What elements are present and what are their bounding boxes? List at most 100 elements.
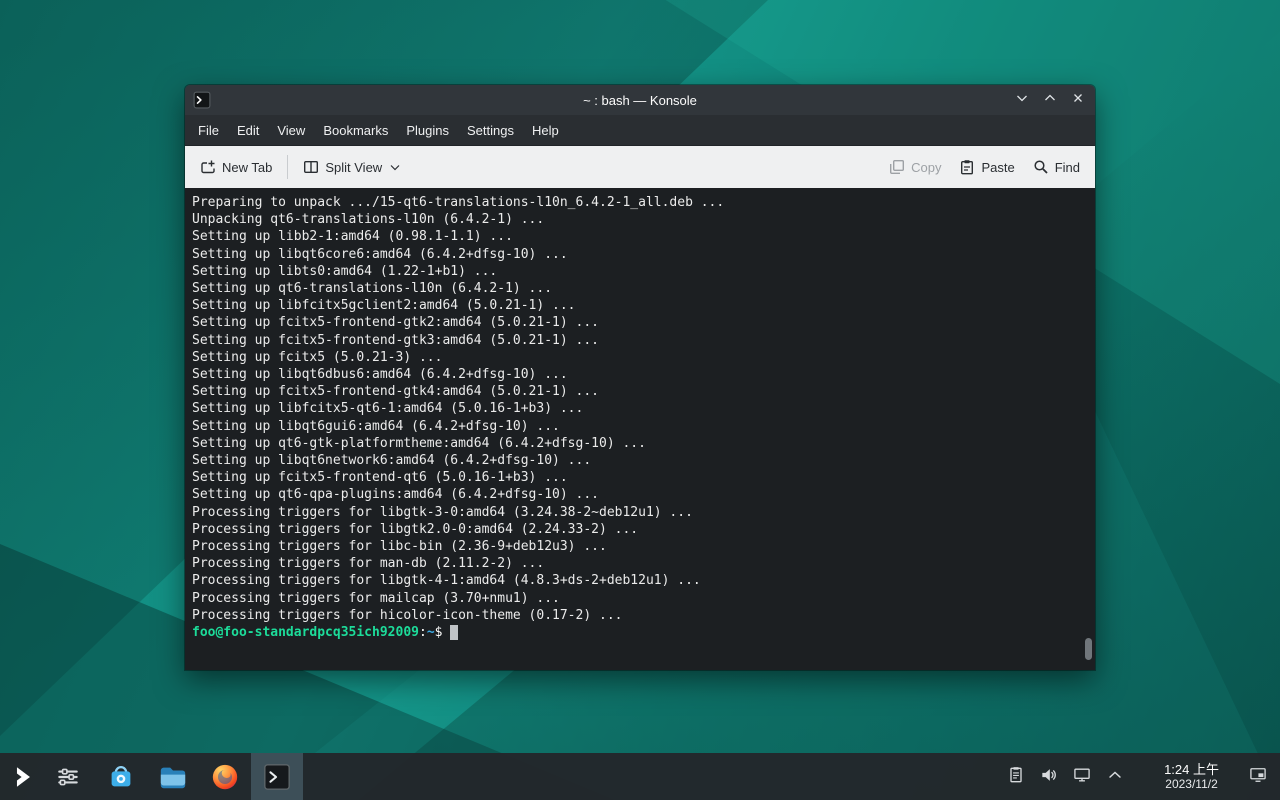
- terminal-line: Processing triggers for libgtk-4-1:amd64…: [192, 572, 1081, 589]
- paste-icon: [959, 159, 975, 175]
- terminal-line: Setting up fcitx5 (5.0.21-3) ...: [192, 349, 1081, 366]
- find-icon: [1033, 159, 1049, 175]
- toolbar-separator: [287, 155, 288, 179]
- menubar: File Edit View Bookmarks Plugins Setting…: [185, 115, 1095, 146]
- dolphin-folder-icon: [158, 762, 188, 792]
- clipboard-icon: [1006, 765, 1026, 788]
- expand-tray-button[interactable]: [1103, 765, 1127, 789]
- clipboard-tray-button[interactable]: [1004, 765, 1028, 789]
- new-tab-button[interactable]: New Tab: [191, 153, 281, 181]
- new-tab-icon: [200, 159, 216, 175]
- dropdown-chevron-icon: [390, 164, 400, 171]
- menu-file[interactable]: File: [189, 118, 228, 143]
- terminal-line: Setting up fcitx5-frontend-gtk4:amd64 (5…: [192, 383, 1081, 400]
- pager-button[interactable]: [45, 753, 90, 800]
- find-label: Find: [1055, 160, 1080, 175]
- find-button[interactable]: Find: [1024, 153, 1089, 181]
- terminal-line: Processing triggers for libgtk2.0-0:amd6…: [192, 521, 1081, 538]
- terminal-line: Processing triggers for hicolor-icon-the…: [192, 607, 1081, 624]
- terminal-line: Setting up libb2-1:amd64 (0.98.1-1.1) ..…: [192, 228, 1081, 245]
- terminal-scrollbar[interactable]: [1085, 190, 1093, 668]
- copy-button[interactable]: Copy: [880, 153, 950, 181]
- scrollbar-thumb[interactable]: [1085, 638, 1092, 660]
- copy-label: Copy: [911, 160, 941, 175]
- network-display-icon: [1072, 765, 1092, 788]
- clock-date: 2023/11/2: [1164, 777, 1219, 792]
- split-view-icon: [303, 159, 319, 175]
- close-icon: [1070, 90, 1086, 111]
- terminal-line: Processing triggers for mailcap (3.70+nm…: [192, 590, 1081, 607]
- terminal-line: Setting up libqt6dbus6:amd64 (6.4.2+dfsg…: [192, 366, 1081, 383]
- window-controls: [1013, 91, 1087, 109]
- terminal-line: Setting up libts0:amd64 (1.22-1+b1) ...: [192, 263, 1081, 280]
- split-view-label: Split View: [325, 160, 382, 175]
- sliders-icon: [55, 764, 81, 790]
- terminal-line: Processing triggers for libc-bin (2.36-9…: [192, 538, 1081, 555]
- terminal-area[interactable]: Preparing to unpack .../15-qt6-translati…: [185, 188, 1095, 670]
- konsole-icon: [262, 762, 292, 792]
- prompt-user-host: foo@foo-standardpcq35ich92009: [192, 625, 419, 640]
- system-tray: 1:24 上午 2023/11/2: [1004, 753, 1280, 800]
- menu-bookmarks[interactable]: Bookmarks: [314, 118, 397, 143]
- taskbar-konsole-task[interactable]: [251, 753, 303, 800]
- window-titlebar[interactable]: ~ : bash — Konsole: [185, 85, 1095, 115]
- terminal-line: Preparing to unpack .../15-qt6-translati…: [192, 194, 1081, 211]
- toolbar: New Tab Split View Copy Paste: [185, 146, 1095, 188]
- terminal-line: Setting up qt6-qpa-plugins:amd64 (6.4.2+…: [192, 486, 1081, 503]
- app-launcher-icon: [10, 764, 36, 790]
- konsole-window-icon: [193, 91, 211, 109]
- new-tab-label: New Tab: [222, 160, 272, 175]
- maximize-button[interactable]: [1041, 91, 1059, 109]
- terminal-line: Setting up libfcitx5gclient2:amd64 (5.0.…: [192, 297, 1081, 314]
- taskbar-discover-button[interactable]: [95, 753, 147, 800]
- volume-icon: [1039, 765, 1059, 788]
- minimize-icon: [1014, 90, 1030, 111]
- terminal-line: Unpacking qt6-translations-l10n (6.4.2-1…: [192, 211, 1081, 228]
- terminal-output: Preparing to unpack .../15-qt6-translati…: [192, 194, 1081, 624]
- terminal-line: Setting up fcitx5-frontend-gtk2:amd64 (5…: [192, 314, 1081, 331]
- window-title: ~ : bash — Konsole: [185, 93, 1095, 108]
- menu-edit[interactable]: Edit: [228, 118, 268, 143]
- paste-label: Paste: [981, 160, 1014, 175]
- terminal-line: Setting up libqt6core6:amd64 (6.4.2+dfsg…: [192, 246, 1081, 263]
- terminal-line: Setting up libqt6network6:amd64 (6.4.2+d…: [192, 452, 1081, 469]
- taskbar-apps: [95, 753, 303, 800]
- menu-settings[interactable]: Settings: [458, 118, 523, 143]
- konsole-window: ~ : bash — Konsole File Edit View Bookma…: [185, 85, 1095, 670]
- app-launcher-button[interactable]: [0, 753, 45, 800]
- copy-icon: [889, 159, 905, 175]
- terminal-prompt-line: foo@foo-standardpcq35ich92009:~$: [192, 624, 1081, 641]
- terminal-line: Setting up qt6-gtk-platformtheme:amd64 (…: [192, 435, 1081, 452]
- terminal-line: Setting up libfcitx5-qt6-1:amd64 (5.0.16…: [192, 400, 1081, 417]
- prompt-symbol: $: [435, 625, 451, 640]
- terminal-line: Setting up fcitx5-frontend-qt6 (5.0.16-1…: [192, 469, 1081, 486]
- digital-clock[interactable]: 1:24 上午 2023/11/2: [1164, 762, 1219, 792]
- expand-tray-icon: [1105, 765, 1125, 788]
- terminal-line: Processing triggers for libgtk-3-0:amd64…: [192, 504, 1081, 521]
- close-button[interactable]: [1069, 91, 1087, 109]
- menu-plugins[interactable]: Plugins: [397, 118, 458, 143]
- show-desktop-icon: [1248, 765, 1268, 788]
- terminal-line: Setting up qt6-translations-l10n (6.4.2-…: [192, 280, 1081, 297]
- volume-tray-button[interactable]: [1037, 765, 1061, 789]
- terminal-line: Setting up libqt6gui6:amd64 (6.4.2+dfsg-…: [192, 418, 1081, 435]
- split-view-button[interactable]: Split View: [294, 153, 409, 181]
- taskbar-firefox-button[interactable]: [199, 753, 251, 800]
- paste-button[interactable]: Paste: [950, 153, 1023, 181]
- show-desktop-button[interactable]: [1246, 765, 1270, 789]
- menu-view[interactable]: View: [268, 118, 314, 143]
- discover-icon: [106, 762, 136, 792]
- taskbar: 1:24 上午 2023/11/2: [0, 753, 1280, 800]
- prompt-separator: :: [419, 625, 427, 640]
- terminal-cursor: [450, 625, 458, 640]
- menu-help[interactable]: Help: [523, 118, 568, 143]
- network-tray-button[interactable]: [1070, 765, 1094, 789]
- terminal-line: Processing triggers for man-db (2.11.2-2…: [192, 555, 1081, 572]
- taskbar-dolphin-button[interactable]: [147, 753, 199, 800]
- firefox-icon: [210, 762, 240, 792]
- clock-time: 1:24 上午: [1164, 762, 1219, 777]
- maximize-icon: [1042, 90, 1058, 111]
- terminal-line: Setting up fcitx5-frontend-gtk3:amd64 (5…: [192, 332, 1081, 349]
- minimize-button[interactable]: [1013, 91, 1031, 109]
- prompt-path: ~: [427, 625, 435, 640]
